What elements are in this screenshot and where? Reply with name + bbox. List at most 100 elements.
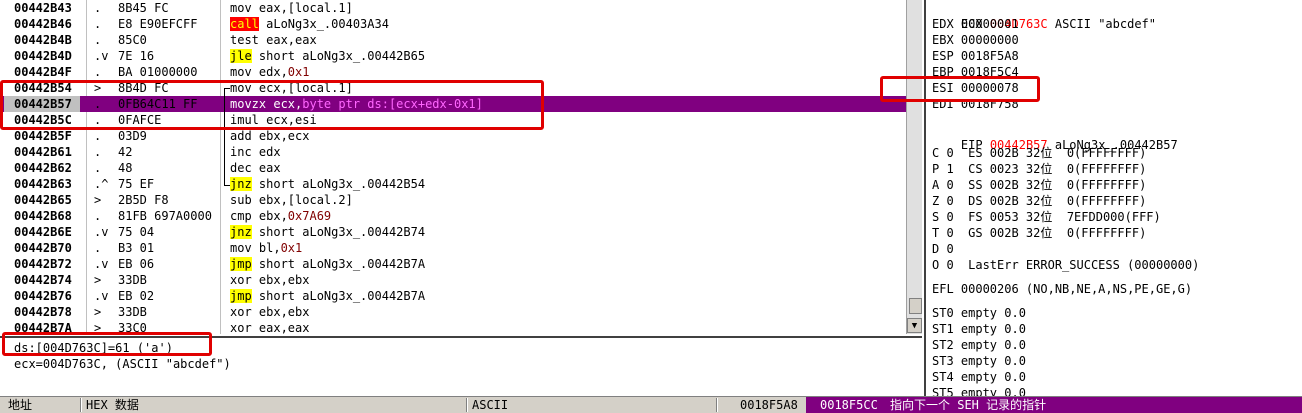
disasm-hex: 33DB bbox=[118, 305, 147, 319]
fpu-st0[interactable]: ST0 empty 0.0 bbox=[932, 305, 1026, 321]
flag-c[interactable]: C 0 ES 002B 32位 0(FFFFFFFF) bbox=[932, 145, 1146, 161]
jump-marker: .v bbox=[94, 257, 109, 271]
disasm-hex: EB 02 bbox=[118, 289, 155, 303]
jump-marker: > bbox=[94, 273, 102, 287]
flag-p[interactable]: P 1 CS 0023 32位 0(FFFFFFFF) bbox=[932, 161, 1146, 177]
instruction-immediate: 0x7A69 bbox=[287, 209, 332, 223]
register-edx[interactable]: EDX 00000001 bbox=[932, 16, 1019, 32]
instruction-text: mov edx, bbox=[230, 65, 288, 79]
disasm-instruction: jmp short aLoNg3x_.00442B7A bbox=[230, 288, 425, 304]
flag-a[interactable]: A 0 SS 002B 32位 0(FFFFFFFF) bbox=[932, 177, 1146, 193]
jump-marker: . bbox=[94, 145, 102, 159]
stack-comment: 指向下一个 SEH 记录的指针 bbox=[890, 398, 1047, 412]
highlight-box-esi bbox=[880, 76, 1040, 102]
instruction-text: mov eax,[local.1] bbox=[230, 1, 353, 15]
instruction-operand: short aLoNg3x_.00442B65 bbox=[251, 49, 426, 63]
column-header-address[interactable]: 地址 bbox=[8, 397, 32, 413]
disasm-row[interactable]: 00442B68. 81FB 697A0000 cmp ebx,0x7A69 bbox=[0, 208, 906, 224]
disasm-row[interactable]: 00442B5F. 03D9 add ebx,ecx bbox=[0, 128, 906, 144]
disasm-instruction: jmp short aLoNg3x_.00442B7A bbox=[230, 256, 425, 272]
instruction-mnemonic: call bbox=[230, 17, 259, 31]
disasm-row[interactable]: 00442B4F. BA 01000000 mov edx,0x1 bbox=[0, 64, 906, 80]
instruction-immediate: 0x1 bbox=[280, 241, 303, 255]
stack-selected-row[interactable] bbox=[806, 397, 1302, 413]
disasm-hex: EB 06 bbox=[118, 257, 155, 271]
info-line-register: ecx=004D763C, (ASCII "abcdef") bbox=[14, 357, 231, 371]
flag-t[interactable]: T 0 GS 002B 32位 0(FFFFFFFF) bbox=[932, 225, 1146, 241]
disasm-row[interactable]: 00442B70. B3 01 mov bl,0x1 bbox=[0, 240, 906, 256]
disasm-row[interactable]: 00442B43. 8B45 FC mov eax,[local.1] bbox=[0, 0, 906, 16]
disasm-address: 00442B78 bbox=[14, 305, 72, 319]
disasm-row[interactable]: 00442B65 >2B5D F8 sub ebx,[local.2] bbox=[0, 192, 906, 208]
jump-marker: .v bbox=[94, 289, 109, 303]
disasm-instruction: add ebx,ecx bbox=[230, 128, 309, 144]
disasm-row[interactable]: 00442B4B. 85C0 test eax,eax bbox=[0, 32, 906, 48]
registers-pane[interactable]: ECX 004D763C ASCII "abcdef" EDX 00000001… bbox=[924, 0, 1302, 396]
jump-marker: .^ bbox=[94, 177, 109, 191]
disasm-instruction: call aLoNg3x_.00403A34 bbox=[230, 16, 389, 32]
register-esp[interactable]: ESP 0018F5A8 bbox=[932, 48, 1019, 64]
disasm-row[interactable]: 00442B46. E8 E90EFCFF call aLoNg3x_.00403A… bbox=[0, 16, 906, 32]
flag-z[interactable]: Z 0 DS 002B 32位 0(FFFFFFFF) bbox=[932, 193, 1146, 209]
disasm-row[interactable]: 00442B72 .v EB 06 jmp short aLoNg3x_.00442B… bbox=[0, 256, 906, 272]
register-eip[interactable]: EIP 00442B57 aLoNg3x_.00442B57 bbox=[932, 121, 1178, 152]
stack-top-address[interactable]: 0018F5A8 bbox=[740, 397, 798, 413]
column-header-ascii[interactable]: ASCII bbox=[472, 397, 508, 413]
disasm-instruction: xor ebx,ebx bbox=[230, 272, 309, 288]
dump-header-bar: 地址 HEX 数据 ASCII 0018F5A8 0018F5CC 指向下一个 … bbox=[0, 396, 1302, 413]
instruction-text: cmp ebx, bbox=[230, 209, 288, 223]
column-header-hex[interactable]: HEX 数据 bbox=[86, 397, 139, 413]
disasm-row[interactable]: 00442B78 >33DB xor ebx,ebx bbox=[0, 304, 906, 320]
disasm-instruction: sub ebx,[local.2] bbox=[230, 192, 353, 208]
disassembly-pane[interactable]: 00442B43. 8B45 FC mov eax,[local.1] 00442B4… bbox=[0, 0, 922, 334]
disasm-hex: 48 bbox=[118, 161, 133, 175]
divider bbox=[80, 398, 82, 412]
disasm-address: 00442B68 bbox=[14, 209, 72, 223]
fpu-st1[interactable]: ST1 empty 0.0 bbox=[932, 321, 1026, 337]
jump-marker: . bbox=[94, 1, 102, 15]
fpu-st3[interactable]: ST3 empty 0.0 bbox=[932, 353, 1026, 369]
register-ecx[interactable]: ECX 004D763C ASCII "abcdef" bbox=[932, 0, 1156, 31]
fpu-st5[interactable]: ST5 empty 0.0 bbox=[932, 385, 1026, 396]
disasm-instruction: jle short aLoNg3x_.00442B65 bbox=[230, 48, 425, 64]
disassembly-scrollbar[interactable]: ▼ bbox=[906, 0, 922, 334]
instruction-mnemonic: jle bbox=[230, 49, 252, 63]
disasm-row[interactable]: 00442B6E .v 75 04 jnz short aLoNg3x_.00442B… bbox=[0, 224, 906, 240]
flag-o[interactable]: O 0 LastErr ERROR_SUCCESS (00000000) bbox=[932, 257, 1199, 273]
disasm-row[interactable]: 00442B63 .^ 75 EF jnz short aLoNg3x_.00442B… bbox=[0, 176, 906, 192]
disasm-hex: E8 E90EFCFF bbox=[118, 17, 198, 31]
fpu-st2[interactable]: ST2 empty 0.0 bbox=[932, 337, 1026, 353]
disasm-hex: BA 01000000 bbox=[118, 65, 198, 79]
flag-d[interactable]: D 0 bbox=[932, 241, 954, 257]
disasm-address: 00442B76 bbox=[14, 289, 72, 303]
disasm-row[interactable]: 00442B76 .v EB 02 jmp short aLoNg3x_.00442B… bbox=[0, 288, 906, 304]
disasm-address: 00442B62 bbox=[14, 161, 72, 175]
register-efl[interactable]: EFL 00000206 (NO,NB,NE,A,NS,PE,GE,G) bbox=[932, 281, 1192, 297]
disasm-row[interactable]: 00442B4D .v 7E 16 jle short aLoNg3x_.00442B… bbox=[0, 48, 906, 64]
fpu-st4[interactable]: ST4 empty 0.0 bbox=[932, 369, 1026, 385]
disasm-row[interactable]: 00442B61. 42 inc edx bbox=[0, 144, 906, 160]
flag-s[interactable]: S 0 FS 0053 32位 7EFDD000(FFF) bbox=[932, 209, 1161, 225]
highlight-box-instructions bbox=[0, 80, 544, 130]
disasm-instruction: jnz short aLoNg3x_.00442B54 bbox=[230, 176, 425, 192]
jump-marker: . bbox=[94, 241, 102, 255]
disasm-hex: 03D9 bbox=[118, 129, 147, 143]
register-ebx[interactable]: EBX 00000000 bbox=[932, 32, 1019, 48]
disasm-row[interactable]: 00442B62. 48 dec eax bbox=[0, 160, 906, 176]
highlight-box-memory-value bbox=[2, 332, 212, 356]
disasm-hex: 75 04 bbox=[118, 225, 155, 239]
disasm-row[interactable]: 00442B74 >33DB xor ebx,ebx bbox=[0, 272, 906, 288]
disasm-hex: 75 EF bbox=[118, 177, 155, 191]
disasm-instruction: xor eax,eax bbox=[230, 320, 309, 334]
instruction-mnemonic: jmp bbox=[230, 257, 252, 271]
disasm-hex: 33DB bbox=[118, 273, 147, 287]
jump-marker: .v bbox=[94, 225, 109, 239]
disasm-hex: B3 01 bbox=[118, 241, 155, 255]
disasm-instruction: cmp ebx,0x7A69 bbox=[230, 208, 331, 224]
disasm-instruction: mov eax,[local.1] bbox=[230, 0, 353, 16]
scroll-down-arrow-icon[interactable]: ▼ bbox=[907, 318, 922, 333]
instruction-text: xor ebx,ebx bbox=[230, 305, 310, 319]
scrollbar-thumb[interactable] bbox=[909, 298, 922, 314]
jump-marker: . bbox=[94, 17, 102, 31]
stack-value: 0018F5CC bbox=[820, 398, 878, 412]
